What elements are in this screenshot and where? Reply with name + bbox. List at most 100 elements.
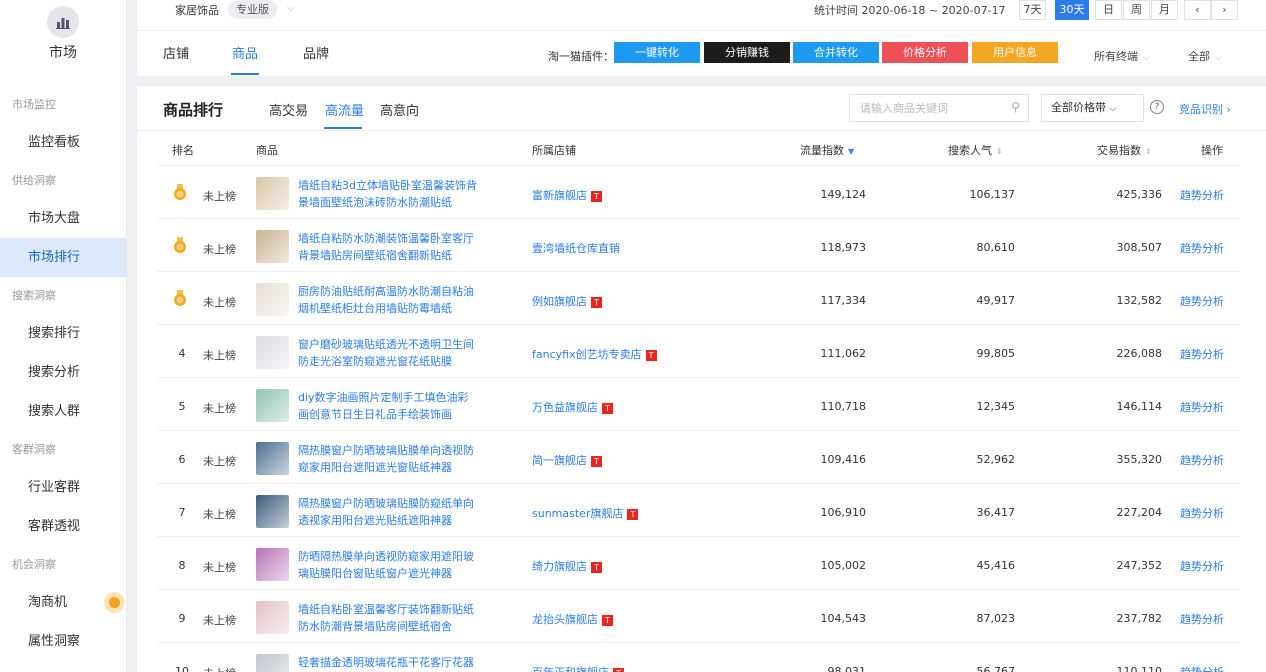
- shop-link[interactable]: 龙抬头旗舰店 T: [532, 611, 613, 627]
- edition-badge[interactable]: 专业版: [228, 0, 277, 19]
- table-row: 6 未上榜 隔热膜窗户防晒玻璃贴膜单向透视防窥家用阳台遮阳遮光窗贴纸神器 简一旗舰店 T…: [157, 430, 1239, 483]
- sidebar-item[interactable]: 搜索分析: [0, 353, 126, 392]
- range-button[interactable]: 月: [1151, 0, 1178, 20]
- scope-filter[interactable]: 全部 ⌵: [1188, 48, 1222, 64]
- shop-link[interactable]: 壹湾墙纸仓库直销: [532, 240, 620, 256]
- sidebar-item[interactable]: 市场排行: [0, 238, 126, 277]
- shop-link[interactable]: 绮力旗舰店 T: [532, 558, 602, 574]
- product-title-link[interactable]: 墙纸自粘3d立体墙贴卧室温馨装饰背景墙面壁纸泡沫砖防水防潮贴纸: [298, 177, 478, 211]
- stat-time: 统计时间 2020-06-18 ~ 2020-07-17: [814, 4, 1006, 17]
- next-button[interactable]: ›: [1211, 0, 1238, 20]
- product-title-link[interactable]: 轻奢描金透明玻璃花瓶干花客厅花器: [298, 654, 478, 671]
- plugin-button[interactable]: 合并转化: [793, 42, 879, 63]
- product-thumbnail[interactable]: [256, 548, 289, 581]
- trend-analysis-link[interactable]: 趋势分析: [1180, 611, 1224, 627]
- sidebar-section-label: 供给洞察: [12, 174, 56, 187]
- rank-status: 未上榜: [203, 455, 236, 468]
- product-thumbnail[interactable]: [256, 654, 289, 672]
- nav-tabs: 店铺 商品 品牌 淘一猫插件： 一键转化 分销赚钱 合并转化 价格分析 用户信息 所有终…: [137, 31, 1266, 76]
- chevron-down-icon: ⌵: [1109, 104, 1117, 114]
- chevron-down-icon[interactable]: ⌵: [287, 0, 295, 18]
- product-thumbnail[interactable]: [256, 442, 289, 475]
- sidebar: 市场 市场监控 监控看板 供给洞察 市场大盘 市场排行 搜索洞察 搜索排行 搜索分析 搜索人群客…: [0, 0, 127, 672]
- category-label[interactable]: 家居饰品: [175, 3, 219, 19]
- trend-analysis-link[interactable]: 趋势分析: [1180, 558, 1224, 574]
- product-thumbnail[interactable]: [256, 177, 289, 210]
- sidebar-item[interactable]: 行业客群: [0, 468, 126, 507]
- table-header: 排名 商品 所属店铺 流量指数 ▼ 搜索人气 ⬍ 交易指数 ⬍ 操作: [137, 131, 1266, 165]
- plugin-button[interactable]: 一键转化: [614, 42, 700, 63]
- range-button[interactable]: 7天: [1019, 0, 1046, 20]
- product-thumbnail[interactable]: [256, 230, 289, 263]
- product-title-link[interactable]: 隔热膜窗户防晒玻璃贴膜单向透视防窥家用阳台遮阳遮光窗贴纸神器: [298, 442, 478, 476]
- trend-analysis-link[interactable]: 趋势分析: [1180, 293, 1224, 309]
- sidebar-item[interactable]: 市场大盘: [0, 199, 126, 238]
- help-icon[interactable]: ?: [1150, 100, 1164, 114]
- tab-high-trade[interactable]: 高交易: [269, 100, 308, 119]
- sidebar-item[interactable]: 监控看板: [0, 123, 126, 162]
- shop-link[interactable]: fancyfix创艺坊专卖店 T: [532, 346, 657, 362]
- sidebar-item-label: 属性洞察: [28, 634, 81, 649]
- trend-analysis-link[interactable]: 趋势分析: [1180, 452, 1224, 468]
- terminal-filter[interactable]: 所有终端 ⌵: [1094, 48, 1150, 64]
- table-row: 7 未上榜 隔热膜窗户防晒玻璃贴膜防窥纸单向透视家用阳台遮光贴纸遮阳神器 sunmas…: [157, 483, 1239, 536]
- search-icon[interactable]: ⚲: [1011, 100, 1020, 114]
- product-title-link[interactable]: 墙纸自粘防水防潮装饰温馨卧室客厅背景墙贴房间壁纸宿舍翻新贴纸: [298, 230, 478, 264]
- range-button[interactable]: 日: [1095, 0, 1122, 20]
- chevron-down-icon: ⌵: [1143, 53, 1150, 63]
- product-title-link[interactable]: diy数字油画照片定制手工填色油彩画创意节日生日礼品手绘装饰画: [298, 389, 478, 423]
- range-button[interactable]: 周: [1123, 0, 1150, 20]
- shop-link[interactable]: 万色益旗舰店 T: [532, 399, 613, 415]
- col-search[interactable]: 搜索人气 ⬍: [948, 142, 1003, 158]
- col-trade[interactable]: 交易指数 ⬍: [1097, 142, 1152, 158]
- trend-analysis-link[interactable]: 趋势分析: [1180, 664, 1224, 672]
- sidebar-item[interactable]: 客群透视: [0, 507, 126, 546]
- search-input[interactable]: [850, 95, 998, 121]
- tab-product[interactable]: 商品: [232, 47, 258, 63]
- trend-analysis-link[interactable]: 趋势分析: [1180, 187, 1224, 203]
- rank-status: 未上榜: [203, 665, 236, 672]
- product-title-link[interactable]: 厨房防油贴纸耐高温防水防潮自粘油烟机壁纸柜灶台用墙贴防霉墙纸: [298, 283, 478, 317]
- trend-analysis-link[interactable]: 趋势分析: [1180, 346, 1224, 362]
- product-thumbnail[interactable]: [256, 389, 289, 422]
- plugin-button[interactable]: 分销赚钱: [704, 42, 790, 63]
- competitor-recognize-link[interactable]: 竞品识别 ›: [1179, 101, 1231, 117]
- trend-analysis-link[interactable]: 趋势分析: [1180, 505, 1224, 521]
- plugin-button[interactable]: 价格分析: [882, 42, 968, 63]
- plugin-button[interactable]: 用户信息: [972, 42, 1058, 63]
- product-thumbnail[interactable]: [256, 495, 289, 528]
- sidebar-item[interactable]: 搜索人群: [0, 392, 126, 431]
- product-title-link[interactable]: 防晒隔热膜单向透视防窥家用遮阳玻璃贴膜阳台窗贴纸窗户遮光神器: [298, 548, 478, 582]
- sidebar-item[interactable]: 搜索排行: [0, 314, 126, 353]
- tab-shop[interactable]: 店铺: [163, 47, 189, 63]
- traffic-index: 149,124: [820, 188, 867, 201]
- trend-analysis-link[interactable]: 趋势分析: [1180, 399, 1224, 415]
- shop-link[interactable]: 简一旗舰店 T: [532, 452, 602, 468]
- sidebar-item[interactable]: 属性洞察: [0, 622, 126, 661]
- prev-button[interactable]: ‹: [1184, 0, 1211, 20]
- traffic-index: 117,334: [820, 294, 867, 307]
- product-title-link[interactable]: 窗户磨砂玻璃贴纸透光不透明卫生间防走光浴室防窥遮光窗花纸贴膜: [298, 336, 478, 370]
- product-thumbnail[interactable]: [256, 601, 289, 634]
- sidebar-item[interactable]: 淘商机: [0, 583, 126, 622]
- search-popularity: 87,023: [976, 612, 1016, 625]
- sidebar-logo[interactable]: 市场: [0, 0, 126, 86]
- tab-brand[interactable]: 品牌: [303, 47, 329, 63]
- tab-high-traffic[interactable]: 高流量: [325, 100, 364, 119]
- product-title-link[interactable]: 墙纸自粘卧室温馨客厅装饰翻新贴纸防水防潮背景墙贴房间壁纸宿舍: [298, 601, 478, 635]
- price-band-select[interactable]: 全部价格带 ⌵: [1041, 94, 1144, 122]
- product-thumbnail[interactable]: [256, 283, 289, 316]
- product-thumbnail[interactable]: [256, 336, 289, 369]
- shop-link[interactable]: 百年正和旗舰店T: [532, 664, 624, 672]
- product-title-link[interactable]: 隔热膜窗户防晒玻璃贴膜防窥纸单向透视家用阳台遮光贴纸遮阳神器: [298, 495, 478, 529]
- rank-number: 10: [175, 665, 189, 672]
- shop-link[interactable]: 富新旗舰店 T: [532, 187, 602, 203]
- search-popularity: 36,417: [976, 506, 1016, 519]
- col-traffic[interactable]: 流量指数 ▼: [800, 142, 854, 158]
- trend-analysis-link[interactable]: 趋势分析: [1180, 240, 1224, 256]
- shop-link[interactable]: sunmaster旗舰店 T: [532, 505, 639, 521]
- tab-high-intent[interactable]: 高意向: [380, 100, 419, 119]
- shop-link[interactable]: 例如旗舰店 T: [532, 293, 602, 309]
- range-button[interactable]: 30天: [1055, 0, 1089, 20]
- trade-index: 226,088: [1116, 347, 1163, 360]
